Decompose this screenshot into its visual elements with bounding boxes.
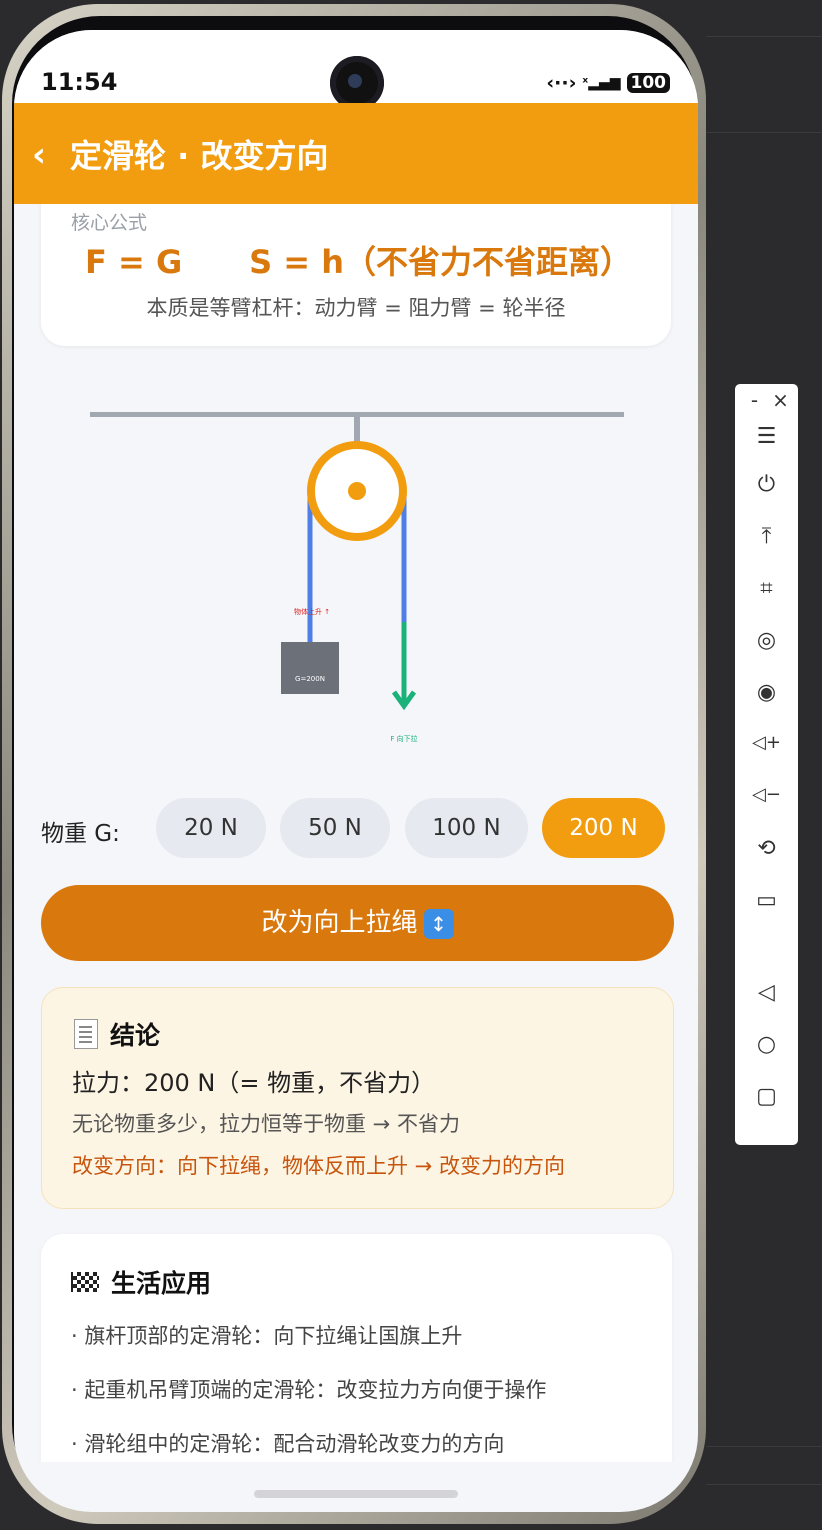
status-time: 11:54 <box>41 68 118 96</box>
conclusion-card: 结论 拉力：200 N（= 物重，不省力） 无论物重多少，拉力恒等于物重 → 不… <box>41 987 674 1209</box>
conclusion-note: 无论物重多少，拉力恒等于物重 → 不省力 <box>72 1112 460 1136</box>
volume-down-icon[interactable]: ◁− <box>735 784 798 805</box>
toggle-button-label: 改为向上拉绳 <box>261 908 418 938</box>
weight-option-200[interactable]: 200 N <box>542 798 665 858</box>
phone-frame: 11:54 ‹··› ˣ▂▄▆ 100 ‹ 定滑轮 · 改变方向 核心公式 F … <box>2 4 706 1524</box>
emulator-toolbar: - × ☰ ⏻ ⤒ ⌗ ◎ ◉ ◁+ ◁− ⟲ ▭ ◁ ○ ▢ <box>735 384 798 1145</box>
receipt-icon <box>74 1019 98 1049</box>
signal-icon: ˣ▂▄▆ <box>582 75 621 91</box>
conclusion-force: 拉力：200 N（= 物重，不省力） <box>72 1069 436 1097</box>
phone-screen: 11:54 ‹··› ˣ▂▄▆ 100 ‹ 定滑轮 · 改变方向 核心公式 F … <box>14 30 698 1512</box>
app-header: ‹ 定滑轮 · 改变方向 <box>14 103 698 204</box>
pulley-diagram: 物体上升 ↑ G=200N F 向下拉 <box>90 412 624 743</box>
weight-block <box>281 642 339 694</box>
weight-option-50[interactable]: 50 N <box>280 798 390 858</box>
front-camera <box>330 56 384 110</box>
weight-selector: 物重 G: 20 N 50 N 100 N 200 N <box>14 796 698 860</box>
list-item: · 起重机吊臂顶端的定滑轮：改变拉力方向便于操作 <box>71 1378 547 1402</box>
record-icon[interactable]: ◉ <box>735 680 798 705</box>
power-icon[interactable]: ⏻ <box>735 472 798 497</box>
conclusion-title: 结论 <box>110 1021 161 1050</box>
status-icons: ‹··› ˣ▂▄▆ 100 <box>546 72 670 94</box>
conclusion-heading: 结论 <box>74 1016 160 1052</box>
weight-option-20[interactable]: 20 N <box>156 798 266 858</box>
weight-option-100[interactable]: 100 N <box>405 798 528 858</box>
page-title: 定滑轮 · 改变方向 <box>70 137 329 175</box>
checkered-flag-icon <box>71 1272 99 1292</box>
back-icon[interactable]: ‹ <box>32 135 46 175</box>
applications-heading: 生活应用 <box>71 1264 211 1300</box>
pin-top-icon[interactable]: ⤒ <box>735 524 798 549</box>
rotate-icon[interactable]: ⟲ <box>735 836 798 861</box>
toggle-pull-direction-button[interactable]: 改为向上拉绳 ↕ <box>41 885 674 961</box>
status-bar: 11:54 ‹··› ˣ▂▄▆ 100 <box>14 30 698 110</box>
list-item: · 滑轮组中的定滑轮：配合动滑轮改变力的方向 <box>71 1432 505 1456</box>
crop-icon[interactable]: ⌗ <box>735 576 798 601</box>
formula-note: 本质是等臂杠杆：动力臂 = 阻力臂 = 轮半径 <box>146 296 566 320</box>
recents-icon[interactable]: ▢ <box>735 1084 798 1109</box>
close-button[interactable]: × <box>749 388 812 412</box>
weight-label: G=200N <box>295 675 325 683</box>
list-item: · 旗杆顶部的定滑轮：向下拉绳让国旗上升 <box>71 1324 463 1348</box>
ceiling-bar <box>90 412 624 417</box>
formula-main: F = G S = h（不省力不省距离） <box>85 243 632 281</box>
screenshot-icon[interactable]: ◎ <box>735 628 798 653</box>
formula-card: 核心公式 F = G S = h（不省力不省距离） 本质是等臂杠杆：动力臂 = … <box>41 204 671 346</box>
formula-label: 核心公式 <box>71 212 148 234</box>
weight-label-text: 物重 G: <box>41 821 120 847</box>
back-nav-icon[interactable]: ◁ <box>735 980 798 1005</box>
pulley-axle <box>348 482 366 500</box>
device-icon[interactable]: ▭ <box>735 888 798 913</box>
force-label: F 向下拉 <box>390 734 417 743</box>
scroll-content[interactable]: 核心公式 F = G S = h（不省力不省距离） 本质是等臂杠杆：动力臂 = … <box>14 204 698 1462</box>
conclusion-direction: 改变方向：向下拉绳，物体反而上升 → 改变力的方向 <box>72 1154 565 1178</box>
menu-icon[interactable]: ☰ <box>735 424 798 449</box>
applications-card: 生活应用 · 旗杆顶部的定滑轮：向下拉绳让国旗上升 · 起重机吊臂顶端的定滑轮：… <box>41 1234 672 1462</box>
battery-icon: 100 <box>626 73 670 93</box>
object-direction-label: 物体上升 ↑ <box>294 607 330 616</box>
applications-title: 生活应用 <box>111 1269 212 1298</box>
home-indicator[interactable] <box>254 1490 458 1498</box>
up-down-arrow-icon: ↕ <box>423 908 454 939</box>
volume-up-icon[interactable]: ◁+ <box>735 732 798 753</box>
home-icon[interactable]: ○ <box>735 1032 798 1057</box>
data-transfer-icon: ‹··› <box>546 72 577 94</box>
